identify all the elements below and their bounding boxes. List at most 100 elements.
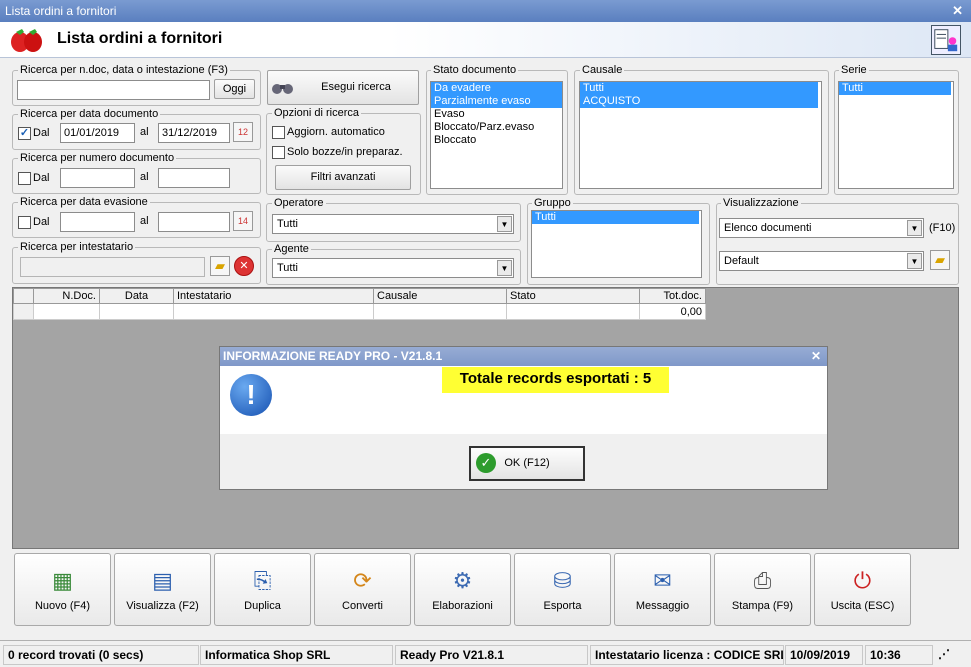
status-date: 10/09/2019 <box>785 645 863 665</box>
doc-number-to-field[interactable] <box>158 168 230 188</box>
doc-number-from-field[interactable] <box>60 168 135 188</box>
list-item[interactable]: Tutti <box>580 82 818 95</box>
folder-icon[interactable]: ▰ <box>930 250 950 270</box>
list-item[interactable]: Tutti <box>532 211 699 224</box>
window-title: Lista ordini a fornitori <box>5 4 117 18</box>
agente-legend: Agente <box>272 243 311 255</box>
search-button[interactable]: Esegui ricerca <box>267 70 419 105</box>
duplicate-icon: ⎘ <box>253 568 272 593</box>
exit-icon: ⏻ <box>853 568 872 593</box>
advanced-filters-button[interactable]: Filtri avanzati <box>275 165 411 190</box>
evasion-date-from-field[interactable] <box>60 212 135 232</box>
strawberry-logo-icon <box>11 29 42 52</box>
toolbar-button-9[interactable]: ⏻ Uscita (ESC) <box>814 553 911 626</box>
chevron-down-icon[interactable]: ▼ <box>497 216 512 232</box>
status-version: Ready Pro V21.8.1 <box>395 645 588 665</box>
layout-select[interactable]: Default ▼ <box>719 251 924 271</box>
process-icon: ⚙ <box>452 568 473 593</box>
view-shortcut-hint: (F10) <box>929 222 956 234</box>
toolbar-button-1[interactable]: ▦ Nuovo (F4) <box>14 553 111 626</box>
evasion-date-al-label: al <box>140 215 149 227</box>
doc-date-al-label: al <box>140 126 149 138</box>
list-item[interactable]: Bloccato/Parz.evaso <box>431 121 562 134</box>
dialog-message: Totale records esportati : 5 <box>442 367 669 393</box>
chevron-down-icon[interactable]: ▼ <box>907 253 922 269</box>
column-header[interactable]: Data <box>99 288 174 304</box>
serie-list[interactable]: Tutti <box>838 81 954 189</box>
list-item[interactable]: Tutti <box>839 82 951 95</box>
toolbar-button-label: Stampa (F9) <box>731 600 794 612</box>
checkmark-icon: ✓ <box>476 453 496 473</box>
column-header[interactable]: Causale <box>373 288 507 304</box>
visualizzazione-legend: Visualizzazione <box>721 197 801 209</box>
toolbar-button-label: Converti <box>342 600 383 612</box>
evasion-date-checkbox[interactable] <box>18 216 31 229</box>
table-row[interactable]: 0,00 <box>13 303 706 320</box>
evasion-date-to-field[interactable] <box>158 212 230 232</box>
toolbar-button-4[interactable]: ⟳ Converti <box>314 553 411 626</box>
toolbar-button-3[interactable]: ⎘ Duplica <box>214 553 311 626</box>
table-cell <box>373 303 507 320</box>
holder-field[interactable] <box>20 257 205 277</box>
auto-update-checkbox[interactable] <box>272 126 285 139</box>
view-select[interactable]: Elenco documenti ▼ <box>719 218 924 238</box>
operatore-value: Tutti <box>277 218 298 230</box>
toolbar-button-2[interactable]: ▤ Visualizza (F2) <box>114 553 211 626</box>
status-company: Informatica Shop SRL <box>200 645 393 665</box>
list-item[interactable]: ACQUISTO <box>580 95 818 108</box>
table-header-row: N.Doc. Data Intestatario Causale Stato T… <box>13 288 706 304</box>
doc-date-from-field[interactable]: 01/01/2019 <box>60 123 135 143</box>
list-item[interactable]: Evaso <box>431 108 562 121</box>
drafts-only-checkbox[interactable] <box>272 146 285 159</box>
toolbar-button-6[interactable]: ⛁ Esporta <box>514 553 611 626</box>
agente-select[interactable]: Tutti ▼ <box>272 258 514 278</box>
doc-date-checkbox[interactable]: ✓ <box>18 127 31 140</box>
visualizzazione-group <box>716 203 959 285</box>
calendar-icon[interactable]: 14 <box>233 211 253 231</box>
ok-button[interactable]: ✓ OK (F12) <box>469 446 585 481</box>
search-text-legend: Ricerca per n.doc, data o intestazione (… <box>18 64 230 76</box>
doc-date-to-field[interactable]: 31/12/2019 <box>158 123 230 143</box>
calendar-icon[interactable]: 12 <box>233 122 253 142</box>
folder-icon[interactable]: ▰ <box>210 256 230 276</box>
drafts-only-label: Solo bozze/in preparaz. <box>287 146 403 158</box>
operatore-select[interactable]: Tutti ▼ <box>272 214 514 234</box>
chevron-down-icon[interactable]: ▼ <box>497 260 512 276</box>
resize-grip-icon[interactable]: ⋰ <box>934 645 968 665</box>
list-item[interactable]: Da evadere <box>431 82 562 95</box>
clear-icon[interactable]: ✕ <box>234 256 254 276</box>
toolbar-button-7[interactable]: ✉ Messaggio <box>614 553 711 626</box>
column-header[interactable]: Intestatario <box>173 288 374 304</box>
doc-number-dal-label: Dal <box>33 172 50 184</box>
gruppo-list[interactable]: Tutti <box>531 210 702 278</box>
binoculars-icon <box>272 71 294 109</box>
page-title: Lista ordini a fornitori <box>57 30 223 47</box>
close-icon[interactable]: ✕ <box>952 0 963 22</box>
close-icon[interactable]: ✕ <box>811 347 821 366</box>
message-icon: ✉ <box>653 568 672 593</box>
causale-list[interactable]: Tutti ACQUISTO <box>579 81 822 189</box>
today-button[interactable]: Oggi <box>214 79 255 99</box>
column-header[interactable] <box>13 288 34 304</box>
column-header[interactable]: Stato <box>506 288 640 304</box>
row-selector[interactable] <box>13 303 34 320</box>
agente-value: Tutti <box>277 262 298 274</box>
chevron-down-icon[interactable]: ▼ <box>907 220 922 236</box>
list-item[interactable]: Parzialmente evaso <box>431 95 562 108</box>
list-item[interactable]: Bloccato <box>431 134 562 147</box>
ok-button-label: OK (F12) <box>504 457 550 469</box>
view-icon: ▤ <box>152 568 173 593</box>
doc-number-al-label: al <box>140 171 149 183</box>
toolbar-button-8[interactable]: ⎙ Stampa (F9) <box>714 553 811 626</box>
column-header[interactable]: Tot.doc. <box>639 288 706 304</box>
toolbar-button-5[interactable]: ⚙ Elaborazioni <box>414 553 511 626</box>
table-cell <box>99 303 174 320</box>
search-input[interactable] <box>17 80 210 100</box>
doc-number-checkbox[interactable] <box>18 172 31 185</box>
bottom-toolbar: ▦ Nuovo (F4) ▤ Visualizza (F2) ⎘ Duplica ⟳ Conv… <box>12 553 959 627</box>
dialog-title: INFORMAZIONE READY PRO - V21.8.1 <box>223 349 443 363</box>
page-header: Lista ordini a fornitori <box>0 22 971 58</box>
doc-number-legend: Ricerca per numero documento <box>18 152 177 164</box>
column-header[interactable]: N.Doc. <box>33 288 100 304</box>
doc-state-list[interactable]: Da evadere Parzialmente evaso Evaso Bloc… <box>430 81 563 189</box>
